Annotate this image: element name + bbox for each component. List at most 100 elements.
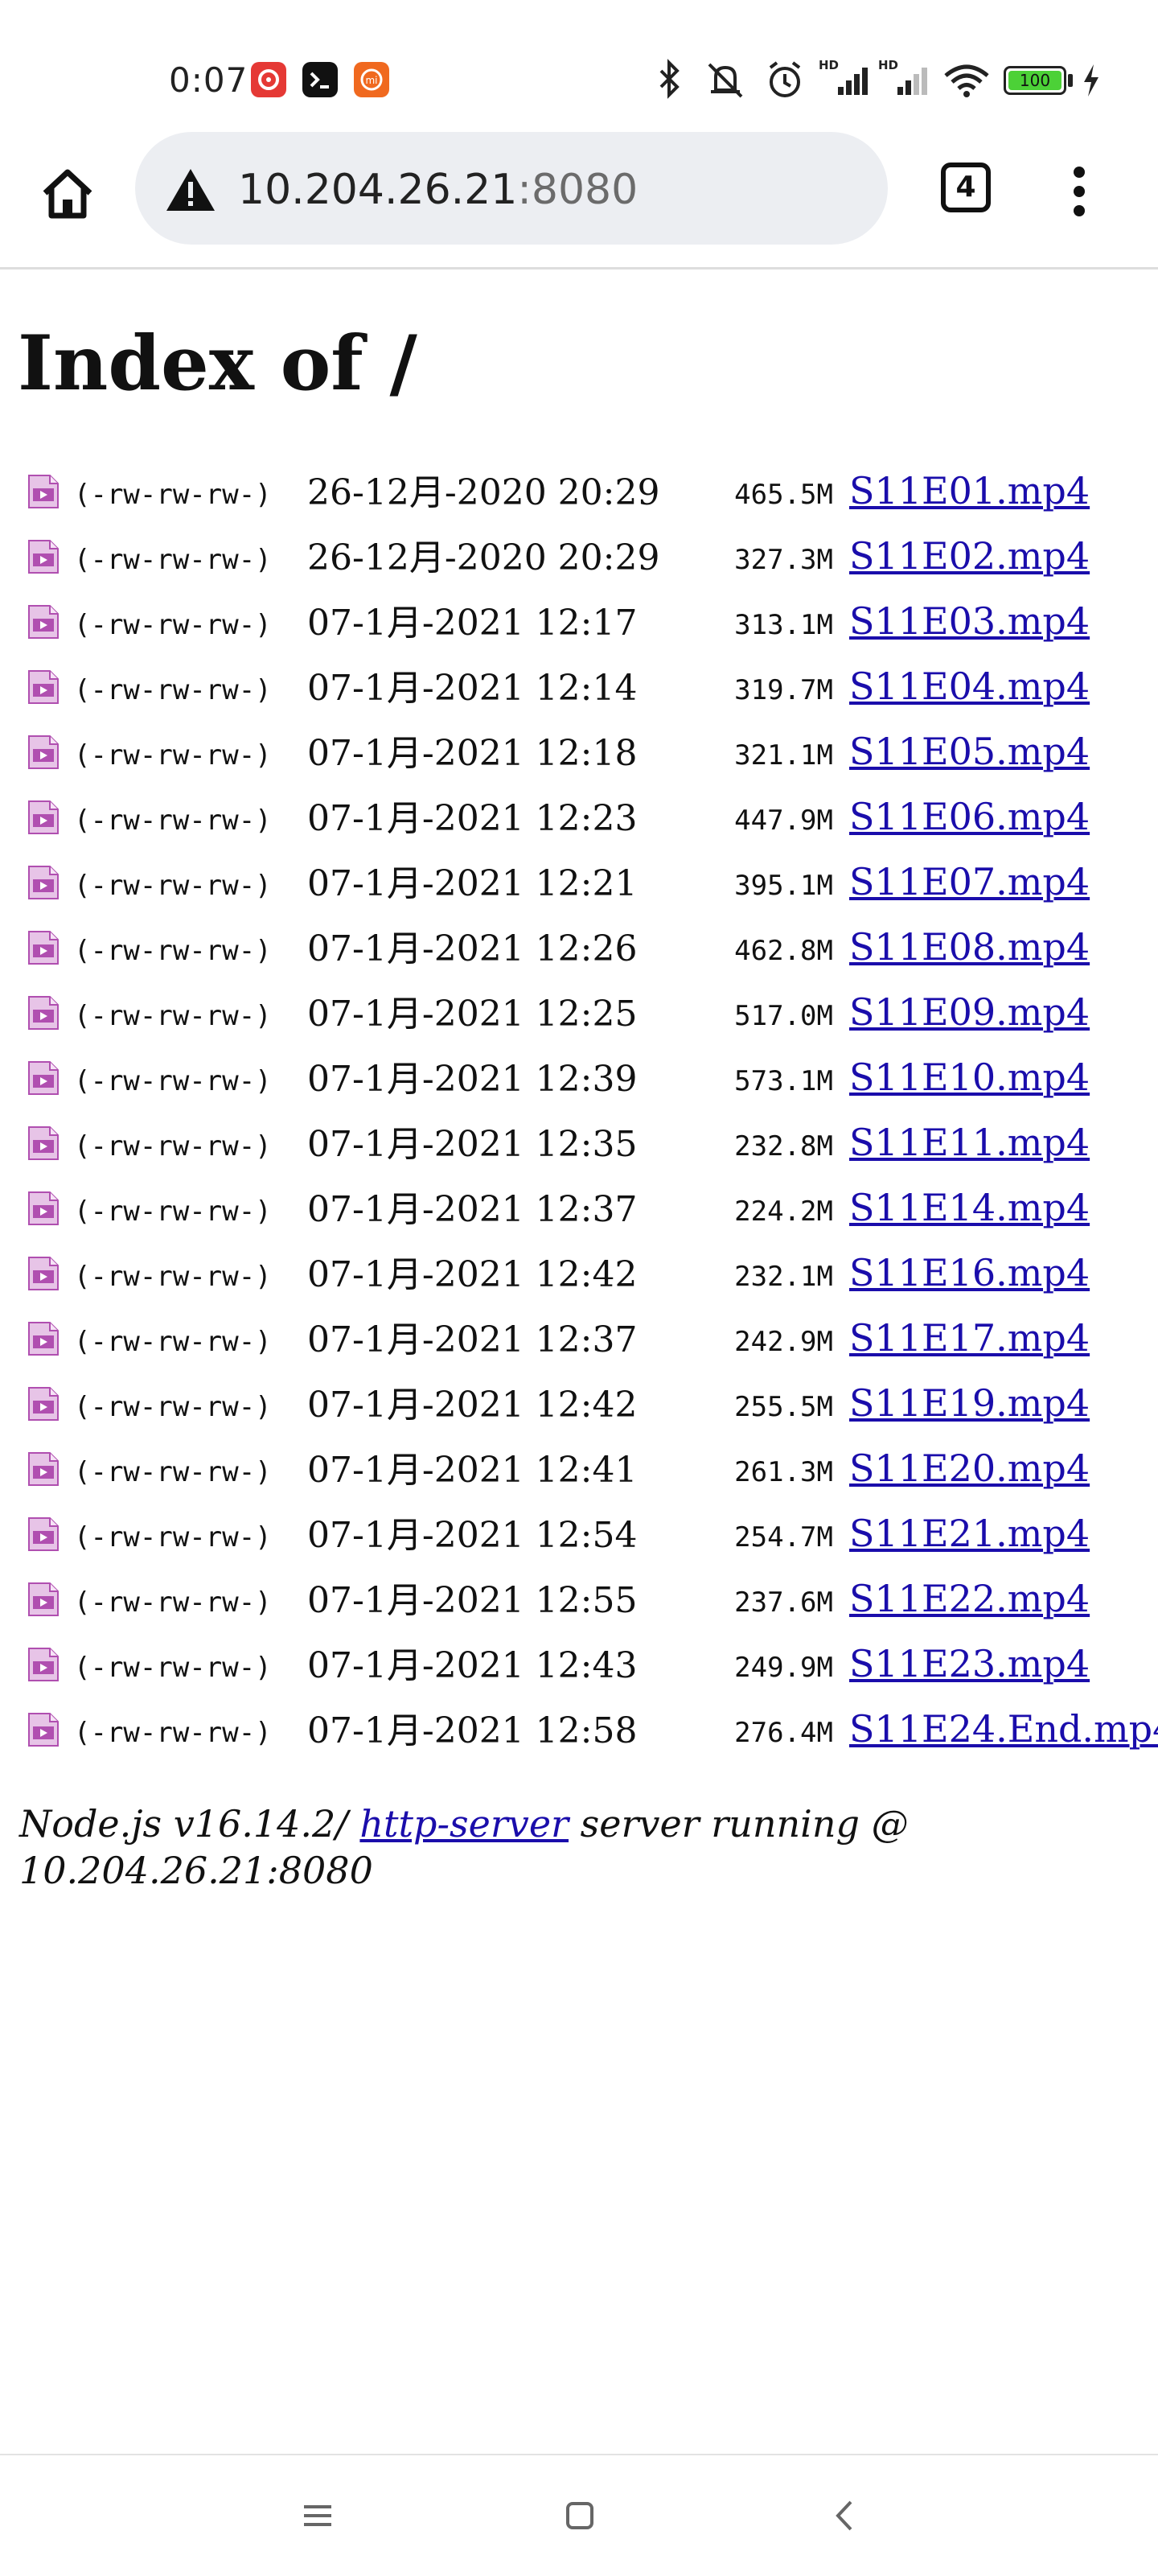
file-permissions: (-rw-rw-rw-) <box>74 609 272 641</box>
file-link[interactable]: S11E20.mp4 <box>849 1443 1090 1493</box>
file-size: 447.9M <box>734 804 833 837</box>
system-nav-bar <box>0 2454 1158 2576</box>
file-link[interactable]: S11E04.mp4 <box>849 661 1090 711</box>
video-file-icon <box>28 1452 59 1486</box>
file-size: 232.8M <box>734 1130 833 1162</box>
file-link[interactable]: S11E05.mp4 <box>849 726 1090 776</box>
file-date: 07-1月-2021 12:35 <box>307 1124 638 1165</box>
file-link[interactable]: S11E06.mp4 <box>849 792 1090 842</box>
file-size: 276.4M <box>734 1717 833 1749</box>
mute-icon <box>708 63 743 98</box>
file-link[interactable]: S11E14.mp4 <box>849 1183 1090 1232</box>
file-date: 07-1月-2021 12:39 <box>307 1059 638 1100</box>
url-text[interactable]: 10.204.26.21:8080 <box>238 164 638 216</box>
file-link[interactable]: S11E03.mp4 <box>849 596 1090 646</box>
file-link[interactable]: S11E09.mp4 <box>849 987 1090 1037</box>
file-link[interactable]: S11E10.mp4 <box>849 1052 1090 1102</box>
file-link[interactable]: S11E07.mp4 <box>849 857 1090 907</box>
file-link[interactable]: S11E23.mp4 <box>849 1639 1090 1689</box>
file-row: (-rw-rw-rw-) 07-1月-2021 12:55 237.6M S11… <box>27 1570 1158 1636</box>
file-listing: (-rw-rw-rw-) 26-12月-2020 20:29 465.5M S1… <box>27 463 1158 1766</box>
file-row: (-rw-rw-rw-) 07-1月-2021 12:14 319.7M S11… <box>27 658 1158 723</box>
file-link[interactable]: S11E16.mp4 <box>849 1248 1090 1298</box>
file-link[interactable]: S11E17.mp4 <box>849 1313 1090 1363</box>
video-file-icon <box>28 1191 59 1225</box>
file-link[interactable]: S11E19.mp4 <box>849 1378 1090 1428</box>
browser-toolbar: 10.204.26.21:8080 4 <box>0 129 1158 267</box>
file-link[interactable]: S11E24.End.mp4 <box>849 1704 1158 1754</box>
wifi-icon <box>944 64 989 97</box>
not-secure-warning-icon[interactable] <box>164 166 217 214</box>
signal-hd-icon: HD <box>878 58 927 95</box>
video-file-icon <box>28 735 59 769</box>
file-date: 07-1月-2021 12:23 <box>307 798 638 839</box>
file-permissions: (-rw-rw-rw-) <box>74 1521 272 1553</box>
file-row: (-rw-rw-rw-) 07-1月-2021 12:25 517.0M S11… <box>27 984 1158 1049</box>
file-date: 07-1月-2021 12:37 <box>307 1189 638 1230</box>
file-date: 07-1月-2021 12:55 <box>307 1580 638 1621</box>
file-permissions: (-rw-rw-rw-) <box>74 870 272 902</box>
overflow-menu-button[interactable] <box>1063 159 1095 224</box>
file-permissions: (-rw-rw-rw-) <box>74 1391 272 1423</box>
video-file-icon <box>28 475 59 508</box>
address-bar[interactable]: 10.204.26.21:8080 <box>135 132 888 245</box>
file-row: (-rw-rw-rw-) 07-1月-2021 12:41 261.3M S11… <box>27 1440 1158 1505</box>
netease-music-icon <box>251 62 286 97</box>
video-file-icon <box>28 1387 59 1421</box>
home-square-icon[interactable] <box>552 2488 608 2544</box>
file-date: 07-1月-2021 12:25 <box>307 994 638 1035</box>
recents-menu-icon[interactable] <box>290 2488 346 2544</box>
video-file-icon <box>28 605 59 639</box>
http-server-link[interactable]: http-server <box>359 1802 569 1846</box>
file-date: 07-1月-2021 12:14 <box>307 668 638 709</box>
file-date: 07-1月-2021 12:26 <box>307 928 638 969</box>
video-file-icon <box>28 1126 59 1160</box>
video-file-icon <box>28 1061 59 1095</box>
file-date: 07-1月-2021 12:43 <box>307 1645 638 1686</box>
file-date: 07-1月-2021 12:17 <box>307 603 638 644</box>
status-bar: 0:07 mi HD HD 100 <box>0 0 1158 129</box>
file-link[interactable]: S11E22.mp4 <box>849 1574 1090 1623</box>
svg-text:HD: HD <box>878 58 898 72</box>
file-permissions: (-rw-rw-rw-) <box>74 1456 272 1488</box>
file-date: 07-1月-2021 12:54 <box>307 1515 638 1556</box>
file-permissions: (-rw-rw-rw-) <box>74 1326 272 1358</box>
file-size: 465.5M <box>734 479 833 511</box>
file-size: 327.3M <box>734 544 833 576</box>
file-date: 07-1月-2021 12:42 <box>307 1385 638 1426</box>
file-row: (-rw-rw-rw-) 07-1月-2021 12:37 224.2M S11… <box>27 1179 1158 1245</box>
file-permissions: (-rw-rw-rw-) <box>74 674 272 706</box>
file-row: (-rw-rw-rw-) 07-1月-2021 12:43 249.9M S11… <box>27 1636 1158 1701</box>
bluetooth-icon <box>659 59 680 99</box>
battery-icon: 100 <box>1004 56 1076 105</box>
file-link[interactable]: S11E01.mp4 <box>849 466 1090 516</box>
file-row: (-rw-rw-rw-) 07-1月-2021 12:42 232.1M S11… <box>27 1245 1158 1310</box>
file-link[interactable]: S11E11.mp4 <box>849 1117 1090 1167</box>
file-size: 395.1M <box>734 870 833 902</box>
file-link[interactable]: S11E08.mp4 <box>849 922 1090 972</box>
tab-switcher-button[interactable]: 4 <box>941 163 991 212</box>
file-permissions: (-rw-rw-rw-) <box>74 935 272 967</box>
video-file-icon <box>28 800 59 834</box>
file-row: (-rw-rw-rw-) 07-1月-2021 12:23 447.9M S11… <box>27 788 1158 854</box>
file-date: 07-1月-2021 12:41 <box>307 1450 638 1491</box>
video-file-icon <box>28 670 59 704</box>
file-size: 237.6M <box>734 1586 833 1619</box>
file-row: (-rw-rw-rw-) 07-1月-2021 12:17 313.1M S11… <box>27 593 1158 658</box>
home-button[interactable] <box>35 161 100 225</box>
file-permissions: (-rw-rw-rw-) <box>74 1195 272 1228</box>
file-row: (-rw-rw-rw-) 07-1月-2021 12:54 254.7M S11… <box>27 1505 1158 1570</box>
more-vert-icon <box>1074 167 1085 216</box>
file-permissions: (-rw-rw-rw-) <box>74 1000 272 1032</box>
file-link[interactable]: S11E21.mp4 <box>849 1508 1090 1558</box>
url-port: :8080 <box>517 166 639 214</box>
file-size: 249.9M <box>734 1652 833 1684</box>
terminal-icon <box>302 62 338 97</box>
file-size: 313.1M <box>734 609 833 641</box>
file-row: (-rw-rw-rw-) 07-1月-2021 12:58 276.4M S11… <box>27 1701 1158 1766</box>
file-date: 07-1月-2021 12:21 <box>307 863 638 904</box>
back-icon[interactable] <box>817 2488 873 2544</box>
file-link[interactable]: S11E02.mp4 <box>849 531 1090 581</box>
file-date: 26-12月-2020 20:29 <box>307 472 660 513</box>
mi-icon: mi <box>354 62 389 97</box>
